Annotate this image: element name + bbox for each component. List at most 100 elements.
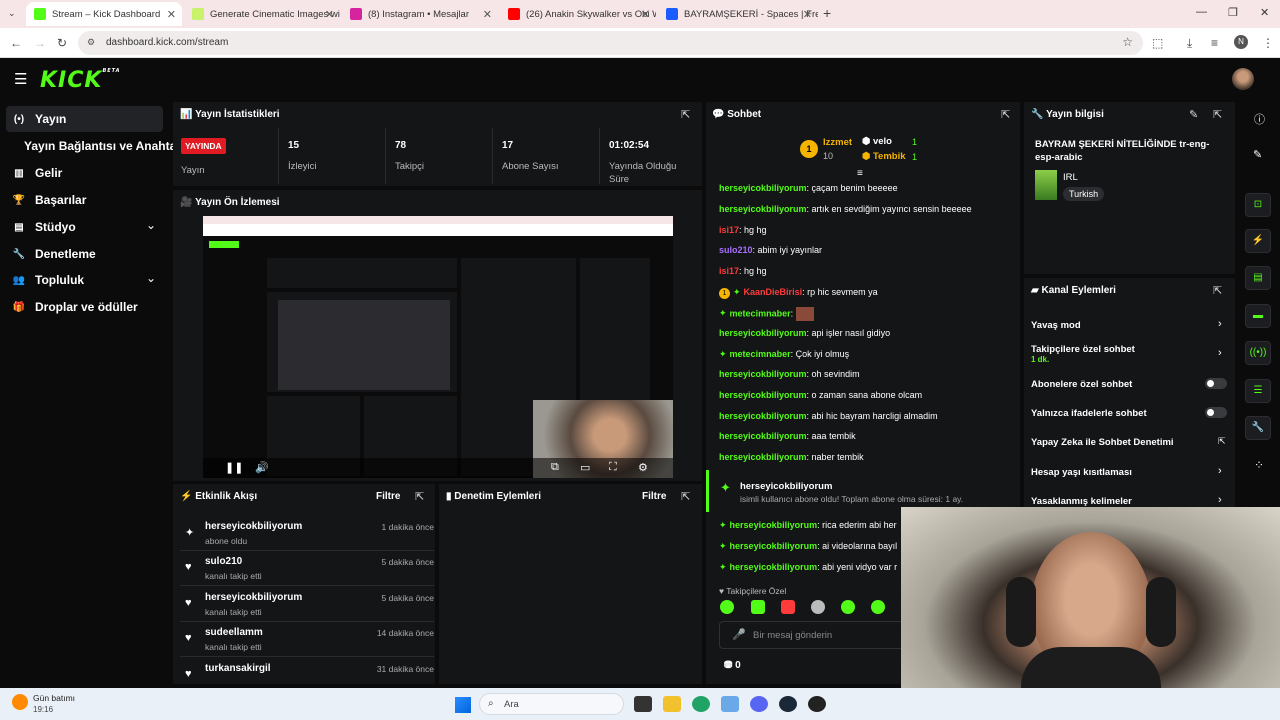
task-view-icon[interactable] xyxy=(634,696,652,712)
site-info-icon[interactable]: ⚙ xyxy=(87,37,95,48)
chevron-right-icon[interactable]: › xyxy=(1218,318,1222,330)
chevron-right-icon[interactable]: › xyxy=(1218,494,1222,506)
kick-logo[interactable]: KICKBETA xyxy=(40,68,121,93)
emote-icon[interactable] xyxy=(811,600,825,614)
close-tab-icon[interactable]: ✕ xyxy=(483,8,492,21)
close-tab-icon[interactable]: ✕ xyxy=(167,8,176,21)
tab-kick-dashboard[interactable]: Stream – Kick Dashboard ✕ xyxy=(26,2,182,26)
fullscreen-icon[interactable]: ⛶ xyxy=(609,461,617,474)
chrome-icon[interactable] xyxy=(692,696,710,712)
app-icon[interactable] xyxy=(721,696,739,712)
expand-icon[interactable]: ⇱ xyxy=(415,490,424,503)
sidebar-item-studyo[interactable]: ▤ Stüdyo xyxy=(12,220,75,234)
window-close-icon[interactable]: ✕ xyxy=(1260,6,1269,19)
moderation-filter-button[interactable]: Filtre xyxy=(642,491,666,502)
wrench-icon[interactable]: 🔧 xyxy=(1245,416,1271,440)
sidebar-item-basarilar[interactable]: 🏆 Başarılar xyxy=(12,193,87,207)
steam-icon[interactable] xyxy=(779,696,797,712)
weather-sunset-icon[interactable] xyxy=(12,694,28,710)
chat-username[interactable]: KaanDieBirisi xyxy=(744,287,803,297)
activity-filter-button[interactable]: Filtre xyxy=(376,491,400,502)
expand-icon[interactable]: ⇱ xyxy=(1213,108,1222,121)
sidebar-item-droplar[interactable]: 🎁 Droplar ve ödüller xyxy=(12,300,138,314)
chat-username[interactable]: herseyicokbiliyorum xyxy=(719,369,807,379)
chat-username[interactable]: herseyicokbiliyorum xyxy=(730,562,818,572)
discord-icon[interactable] xyxy=(750,696,768,712)
sidebar-item-stream-key[interactable]: Yayın Bağlantısı ve Anahtarı xyxy=(24,139,184,153)
external-link-icon[interactable]: ⇱ xyxy=(1218,436,1226,447)
reload-icon[interactable]: ↻ xyxy=(57,36,67,50)
broadcast-icon[interactable]: ((•)) xyxy=(1245,341,1271,365)
chevron-right-icon[interactable]: › xyxy=(1218,347,1222,359)
action-banned-words[interactable]: Yasaklanmış kelimeler xyxy=(1031,496,1132,507)
sidebar-item-denetleme[interactable]: 🔧 Denetleme xyxy=(12,247,96,261)
chat-username[interactable]: isi17 xyxy=(719,225,739,235)
tab-search-icon[interactable]: ⌄ xyxy=(8,8,16,19)
chat-input[interactable]: 🎤 Bir mesaj gönderin xyxy=(719,621,904,649)
chat-username[interactable]: herseyicokbiliyorum xyxy=(730,520,818,530)
back-icon[interactable]: ← xyxy=(10,36,22,50)
emote-icon[interactable] xyxy=(751,600,765,614)
download-icon[interactable]: ⤓ xyxy=(1187,36,1192,51)
action-slow-mode[interactable]: Yavaş mod xyxy=(1031,320,1081,331)
notes-icon[interactable]: ▤ xyxy=(1245,266,1271,290)
action-followers-only[interactable]: Takipçilere özel sohbet xyxy=(1031,344,1135,355)
more-dots-icon[interactable]: ⁘ xyxy=(1254,458,1264,472)
pause-icon[interactable]: ❚❚ xyxy=(225,461,243,474)
chat-bubble-icon[interactable]: ▬ xyxy=(1245,304,1271,328)
chat-username[interactable]: herseyicokbiliyorum xyxy=(719,390,807,400)
tab-instagram[interactable]: (8) Instagram • Mesajlar ✕ xyxy=(342,2,498,26)
chat-username[interactable]: herseyicokbiliyorum xyxy=(719,452,807,462)
emote-icon[interactable] xyxy=(720,600,734,614)
action-account-age[interactable]: Hesap yaşı kısıtlaması xyxy=(1031,467,1132,478)
clip-icon[interactable]: ⊡ xyxy=(1245,193,1271,217)
chat-username[interactable]: herseyicokbiliyorum xyxy=(730,541,818,551)
stream-preview-video[interactable]: ❚❚ 🔊 ⧉ ▭ ⛶ ⚙ xyxy=(203,216,673,478)
minimize-icon[interactable]: — xyxy=(1196,6,1207,18)
tab-freepik[interactable]: BAYRAMŞEKERİ - Spaces | Freep ✕ xyxy=(658,2,818,26)
chat-username[interactable]: herseyicokbiliyorum xyxy=(719,328,807,338)
edit-pencil-icon[interactable]: ✎ xyxy=(1253,148,1262,161)
close-tab-icon[interactable]: ✕ xyxy=(325,8,334,21)
expand-icon[interactable]: ⇱ xyxy=(681,490,690,503)
tab-cinematic-images[interactable]: Generate Cinematic Images with ✕ xyxy=(184,2,340,26)
sidebar-item-topluluk[interactable]: 👥 Topluluk xyxy=(12,273,84,287)
pip-icon[interactable]: ⧉ xyxy=(551,461,559,474)
user-avatar[interactable] xyxy=(1232,68,1254,90)
chat-username[interactable]: herseyicokbiliyorum xyxy=(719,183,807,193)
file-explorer-icon[interactable] xyxy=(663,696,681,712)
chat-username[interactable]: metecimnaber xyxy=(730,308,791,318)
sidebar-item-yayin[interactable]: (•) Yayın xyxy=(12,112,66,126)
close-tab-icon[interactable]: ✕ xyxy=(803,8,812,21)
hamburger-menu-icon[interactable]: ☰ xyxy=(14,70,27,88)
mic-icon[interactable]: 🎤 xyxy=(732,628,746,641)
chat-username[interactable]: herseyicokbiliyorum xyxy=(719,431,807,441)
taskbar-search[interactable]: ⌕ Ara xyxy=(479,693,624,715)
emote-icon[interactable] xyxy=(871,600,885,614)
close-tab-icon[interactable]: ✕ xyxy=(641,8,650,21)
extensions-icon[interactable]: ⬚ xyxy=(1152,36,1163,50)
info-icon[interactable]: ⓘ xyxy=(1254,111,1265,127)
chat-username[interactable]: metecimnaber xyxy=(730,349,791,359)
chat-username[interactable]: sulo210 xyxy=(719,245,753,255)
chat-username[interactable]: isi17 xyxy=(719,266,739,276)
expand-icon[interactable]: ⇱ xyxy=(681,108,690,121)
maximize-icon[interactable]: ❐ xyxy=(1228,6,1238,19)
sub-event-user[interactable]: herseyicokbiliyorum xyxy=(740,481,832,492)
emote-icon[interactable] xyxy=(781,600,795,614)
settings-gear-icon[interactable]: ⚙ xyxy=(638,461,648,474)
chevron-down-icon[interactable]: ⌄ xyxy=(146,271,156,285)
media-list-icon[interactable]: ≡ xyxy=(1211,36,1218,50)
chat-username[interactable]: herseyicokbiliyorum xyxy=(719,411,807,421)
profile-avatar[interactable]: N xyxy=(1234,35,1248,49)
lightning-icon[interactable]: ⚡ xyxy=(1245,229,1271,253)
expand-icon[interactable]: ⇱ xyxy=(1001,108,1010,121)
windows-start-icon[interactable] xyxy=(455,697,471,713)
subscribers-only-toggle[interactable] xyxy=(1205,378,1227,389)
new-tab-icon[interactable]: + xyxy=(823,5,831,21)
forward-icon[interactable]: → xyxy=(34,36,46,50)
bookmark-star-icon[interactable]: ☆ xyxy=(1122,35,1133,49)
volume-icon[interactable]: 🔊 xyxy=(255,461,269,474)
action-ai-moderation[interactable]: Yapay Zeka ile Sohbet Denetimi xyxy=(1031,437,1174,448)
url-input[interactable]: ⚙ dashboard.kick.com/stream ☆ xyxy=(78,31,1143,55)
